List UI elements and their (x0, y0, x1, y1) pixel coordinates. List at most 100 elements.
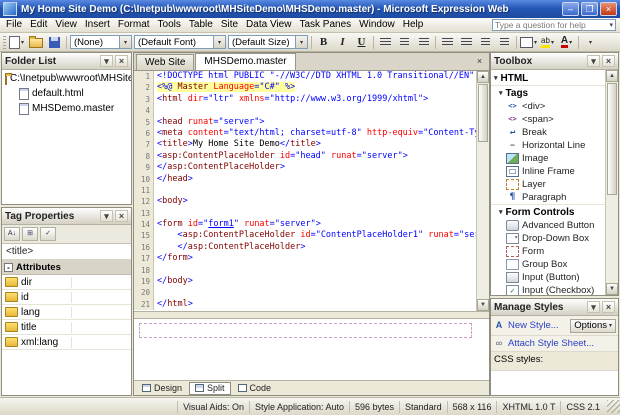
show-set-properties-button[interactable]: ✓ (40, 227, 56, 241)
attributes-section-header[interactable]: - Attributes (2, 260, 131, 275)
menu-item-tools[interactable]: Tools (154, 18, 185, 32)
maximize-button[interactable]: ❐ (581, 2, 598, 16)
toolbox-item-drop-down-box[interactable]: Drop-Down Box (491, 232, 605, 245)
toolbox-item-group-box[interactable]: Group Box (491, 258, 605, 271)
panel-menu-icon[interactable]: ▾ (587, 55, 600, 67)
menu-item-site[interactable]: Site (217, 18, 242, 32)
close-icon[interactable]: × (602, 301, 615, 313)
minimize-button[interactable]: – (562, 2, 579, 16)
chevron-down-icon[interactable]: ▾ (295, 36, 307, 48)
close-icon[interactable]: × (602, 55, 615, 67)
close-icon[interactable]: × (115, 210, 128, 222)
attach-style-sheet-link[interactable]: ∞ Attach Style Sheet... (493, 338, 594, 349)
scroll-up-icon[interactable]: ▲ (477, 71, 489, 83)
bullet-list-button[interactable] (458, 34, 475, 50)
toolbox-item-image[interactable]: Image (491, 152, 605, 165)
decrease-indent-button[interactable] (477, 34, 494, 50)
toolbar-options-button[interactable]: ▾ (582, 34, 599, 50)
attribute-row-dir[interactable]: dir (2, 275, 131, 290)
align-center-button[interactable] (396, 34, 413, 50)
split-view-divider[interactable] (134, 312, 489, 319)
panel-menu-icon[interactable]: ▾ (587, 301, 600, 313)
chevron-down-icon[interactable]: ▾ (213, 36, 225, 48)
toolbox-item-break[interactable]: Break (491, 126, 605, 139)
tag-properties-header[interactable]: Tag Properties ▾ × (2, 208, 131, 225)
toolbox-item-div[interactable]: <div> (491, 100, 605, 113)
sort-alphabetical-button[interactable]: A↓ (4, 227, 20, 241)
code-scrollbar[interactable]: ▲ ▼ (476, 71, 489, 311)
scroll-thumb[interactable] (478, 84, 488, 142)
folder-root[interactable]: C:\Inetpub\wwwroot\MHSiteDemo (2, 71, 131, 86)
help-search-box[interactable]: Type a question for help ▾ (492, 19, 616, 31)
menu-item-help[interactable]: Help (399, 18, 428, 32)
menu-item-edit[interactable]: Edit (26, 18, 51, 32)
close-icon[interactable]: × (115, 55, 128, 67)
scroll-down-icon[interactable]: ▼ (477, 299, 489, 311)
attribute-row-title[interactable]: title (2, 320, 131, 335)
toolbox-header[interactable]: Toolbox ▾ × (491, 53, 618, 70)
toolbox-item-advanced-button[interactable]: Advanced Button (491, 219, 605, 232)
close-button[interactable]: × (600, 2, 617, 16)
menu-item-format[interactable]: Format (114, 18, 154, 32)
toolbox-item-paragraph[interactable]: Paragraph (491, 191, 605, 204)
toolbox-section-html[interactable]: ▾HTML (491, 71, 605, 85)
attribute-row-id[interactable]: id (2, 290, 131, 305)
new-document-button[interactable]: ▾ (8, 34, 25, 50)
tab-mhsdemo-master[interactable]: MHSDemo.master (195, 53, 295, 70)
sort-categorized-button[interactable]: ⊞ (22, 227, 38, 241)
view-button-code[interactable]: Code (232, 382, 278, 395)
toolbox-item-input-button[interactable]: Input (Button) (491, 271, 605, 284)
toolbox-item-horizontal-line[interactable]: Horizontal Line (491, 139, 605, 152)
highlight-color-button[interactable]: ab▾ (539, 34, 556, 50)
bold-button[interactable]: B (315, 34, 332, 50)
manage-styles-header[interactable]: Manage Styles ▾ × (491, 299, 618, 316)
view-button-split[interactable]: Split (189, 382, 231, 395)
chevron-down-icon[interactable]: ▾ (119, 36, 131, 48)
panel-menu-icon[interactable]: ▾ (100, 210, 113, 222)
menu-item-file[interactable]: File (2, 18, 26, 32)
toolbox-item-inline-frame[interactable]: Inline Frame (491, 165, 605, 178)
new-style-link[interactable]: A New Style... (493, 320, 559, 331)
menu-item-insert[interactable]: Insert (81, 18, 114, 32)
align-left-button[interactable] (377, 34, 394, 50)
attribute-row-xml-lang[interactable]: xml:lang (2, 335, 131, 350)
close-document-icon[interactable]: × (473, 56, 486, 68)
toolbox-item-layer[interactable]: Layer (491, 178, 605, 191)
file-item-default-html[interactable]: default.html (2, 86, 131, 101)
scroll-thumb[interactable] (607, 83, 617, 195)
menu-item-window[interactable]: Window (355, 18, 399, 32)
options-button[interactable]: Options ▾ (570, 319, 616, 333)
collapse-icon[interactable]: - (4, 263, 13, 272)
resize-grip[interactable] (607, 400, 620, 413)
toolbox-item-span[interactable]: <span> (491, 113, 605, 126)
file-item-mhsdemo-master[interactable]: MHSDemo.master (2, 101, 131, 116)
toolbox-item-input-checkbox[interactable]: Input (Checkbox) (491, 284, 605, 295)
font-size-dropdown[interactable]: (Default Size)▾ (228, 35, 308, 49)
menu-item-view[interactable]: View (51, 18, 81, 32)
design-view[interactable] (134, 319, 489, 381)
font-color-button[interactable]: A▾ (558, 34, 575, 50)
scroll-down-icon[interactable]: ▼ (606, 283, 618, 295)
menu-item-task-panes[interactable]: Task Panes (295, 18, 355, 32)
toolbox-section-form-controls[interactable]: ▾Form Controls (491, 204, 605, 219)
toolbox-section-tags[interactable]: ▾Tags (491, 85, 605, 100)
menu-item-table[interactable]: Table (185, 18, 217, 32)
style-dropdown[interactable]: (None)▾ (70, 35, 132, 49)
panel-menu-icon[interactable]: ▾ (100, 55, 113, 67)
code-view[interactable]: 1<!DOCTYPE html PUBLIC "-//W3C//DTD XHTM… (134, 71, 489, 312)
menu-item-data-view[interactable]: Data View (242, 18, 295, 32)
open-button[interactable] (27, 34, 44, 50)
scroll-up-icon[interactable]: ▲ (606, 70, 618, 82)
font-dropdown[interactable]: (Default Font)▾ (134, 35, 226, 49)
design-form-region[interactable] (139, 323, 472, 338)
italic-button[interactable]: I (334, 34, 351, 50)
toolbox-item-form[interactable]: Form (491, 245, 605, 258)
increase-indent-button[interactable] (496, 34, 513, 50)
align-right-button[interactable] (415, 34, 432, 50)
borders-button[interactable]: ▾ (520, 34, 537, 50)
tab-web-site[interactable]: Web Site (136, 54, 194, 70)
underline-button[interactable]: U (353, 34, 370, 50)
toolbar-grip[interactable] (3, 36, 6, 49)
numbered-list-button[interactable] (439, 34, 456, 50)
folder-list-header[interactable]: Folder List ▾ × (2, 53, 131, 70)
